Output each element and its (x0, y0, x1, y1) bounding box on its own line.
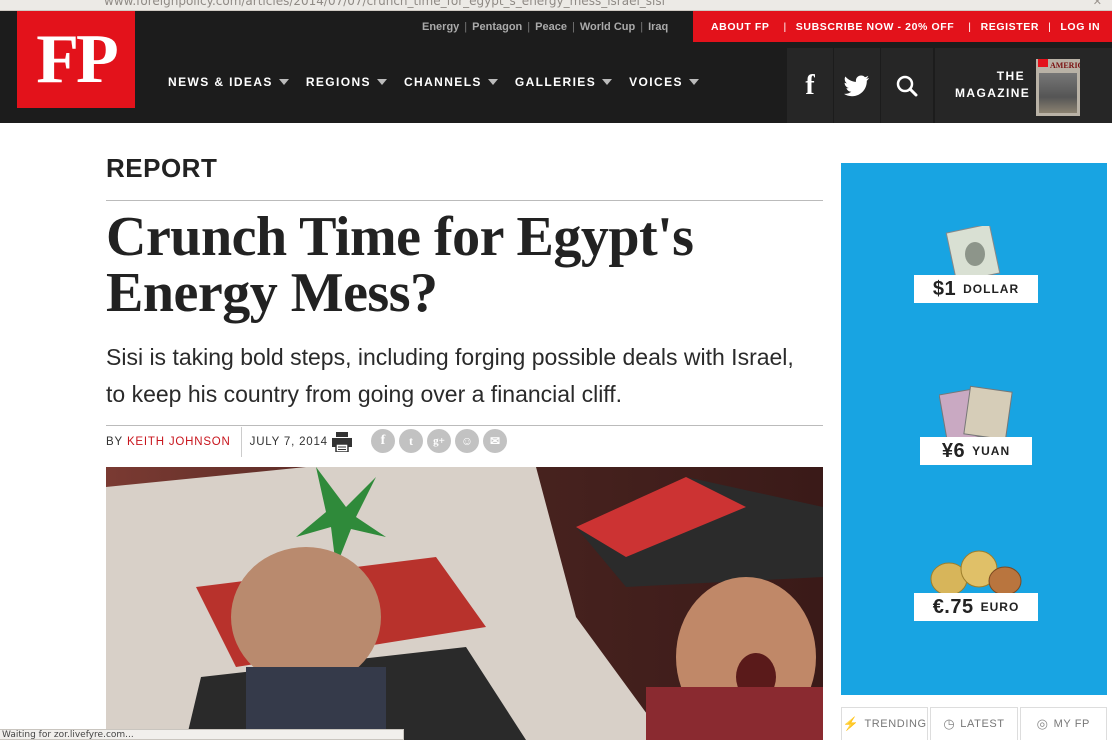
chevron-down-icon (602, 79, 613, 85)
account-bar: ABOUT FP | SUBSCRIBE NOW - 20% OFF | REG… (693, 11, 1112, 42)
clock-icon: ◷ (943, 716, 956, 731)
ad-unit: DOLLAR (963, 282, 1020, 296)
browser-url-bar[interactable]: www.foreignpolicy.com/articles/2014/07/0… (0, 0, 1112, 11)
byline: BY KEITH JOHNSON JULY 7, 2014 (106, 427, 328, 457)
site-header: FP Energy | Pentagon | Peace | World Cup | I… (0, 11, 1112, 123)
divider (106, 425, 823, 426)
publish-date: JULY 7, 2014 (249, 436, 328, 448)
search-icon[interactable] (881, 48, 933, 123)
chevron-down-icon (487, 79, 498, 85)
ad-item-euro: €.75 EURO (841, 541, 1107, 621)
googleplus-icon[interactable]: g+ (427, 429, 451, 453)
url-text[interactable]: www.foreignpolicy.com/articles/2014/07/0… (104, 0, 665, 8)
sidebar-tabs: ⚡ TRENDING ◷ LATEST ◎ MY FP (841, 707, 1107, 740)
byline-by: BY (106, 436, 123, 448)
subscribe-link[interactable]: SUBSCRIBE NOW - 20% OFF (796, 21, 954, 33)
ad-item-dollar: $1 DOLLAR (841, 223, 1107, 303)
twitter-icon[interactable]: t (399, 429, 423, 453)
bolt-icon: ⚡ (842, 716, 860, 731)
ad-item-yuan: ¥6 YUAN (841, 385, 1107, 465)
close-icon[interactable]: ✕ (1093, 0, 1102, 8)
fp-logo[interactable]: FP (17, 11, 135, 108)
browser-status-bar: Waiting for zor.livefyre.com... (0, 729, 404, 740)
utility-link-energy[interactable]: Energy (422, 21, 459, 33)
utility-link-peace[interactable]: Peace (535, 21, 567, 33)
cover-title: AMERICA (1050, 61, 1080, 70)
utility-links: Energy | Pentagon | Peace | World Cup | Iraq (422, 20, 669, 33)
magazine-label-line2: MAGAZINE (955, 86, 1031, 100)
main-nav: NEWS & IDEAS REGIONS CHANNELS GALLERIES … (168, 75, 716, 89)
ad-unit: EURO (980, 600, 1020, 614)
reddit-icon[interactable]: ☺ (455, 429, 479, 453)
tab-trending[interactable]: ⚡ TRENDING (841, 707, 929, 740)
facebook-icon[interactable]: f (787, 48, 833, 123)
author-link[interactable]: KEITH JOHNSON (127, 436, 231, 448)
ad-amount: ¥6 (941, 439, 966, 462)
magazine-link[interactable]: THE MAGAZINE AMERICA (935, 48, 1112, 123)
print-icon[interactable] (330, 432, 354, 453)
utility-link-iraq[interactable]: Iraq (648, 21, 668, 33)
article-dek: Sisi is taking bold steps, including for… (106, 344, 794, 407)
nav-news-ideas[interactable]: NEWS & IDEAS (168, 75, 289, 89)
nav-channels[interactable]: CHANNELS (404, 75, 498, 89)
chevron-down-icon (688, 79, 699, 85)
ad-unit: YUAN (972, 444, 1011, 458)
share-buttons: f t g+ ☺ ✉ (371, 429, 511, 453)
section-label[interactable]: REPORT (106, 153, 217, 184)
ad-amount: $1 (932, 277, 957, 300)
fingerprint-icon: ◎ (1036, 716, 1049, 731)
magazine-label-line1: THE (996, 69, 1025, 83)
advertisement[interactable]: $1 DOLLAR ¥6 YUAN €.75 EURO (841, 163, 1107, 695)
nav-galleries[interactable]: GALLERIES (515, 75, 613, 89)
utility-link-world-cup[interactable]: World Cup (580, 21, 635, 33)
article-hero-image (106, 467, 823, 740)
tab-my-fp[interactable]: ◎ MY FP (1019, 707, 1107, 740)
tab-latest[interactable]: ◷ LATEST (930, 707, 1018, 740)
article-title: Crunch Time for Egypt's Energy Mess? (106, 206, 694, 324)
email-icon[interactable]: ✉ (483, 429, 507, 453)
about-fp-link[interactable]: ABOUT FP (711, 21, 769, 33)
facebook-icon[interactable]: f (371, 429, 395, 453)
chevron-down-icon (376, 79, 387, 85)
divider (106, 200, 823, 201)
nav-voices[interactable]: VOICES (629, 75, 699, 89)
chevron-down-icon (278, 79, 289, 85)
twitter-icon[interactable] (834, 48, 880, 123)
utility-link-pentagon[interactable]: Pentagon (472, 21, 522, 33)
login-link[interactable]: LOG IN (1060, 21, 1100, 33)
ad-amount: €.75 (932, 595, 974, 618)
magazine-cover-thumbnail: AMERICA (1036, 59, 1080, 116)
register-link[interactable]: REGISTER (981, 21, 1039, 33)
nav-regions[interactable]: REGIONS (306, 75, 387, 89)
